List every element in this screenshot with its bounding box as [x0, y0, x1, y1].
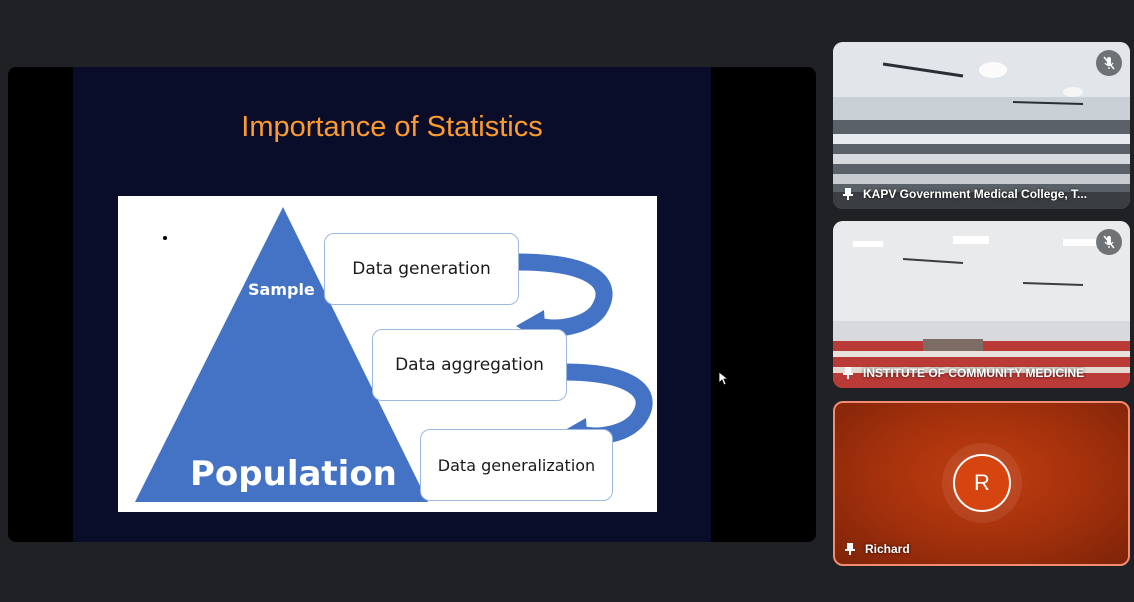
- participant-tile-kapv[interactable]: KAPV Government Medical College, T...: [833, 42, 1130, 209]
- participant-label: Richard: [845, 542, 1118, 556]
- participant-tile-richard[interactable]: R Richard: [833, 401, 1130, 566]
- pin-icon: [845, 543, 855, 555]
- participant-name: INSTITUTE OF COMMUNITY MEDICINE: [863, 366, 1085, 380]
- participant-label: KAPV Government Medical College, T...: [843, 187, 1120, 201]
- mic-off-icon: [1103, 56, 1115, 70]
- participant-tile-icm[interactable]: INSTITUTE OF COMMUNITY MEDICINE: [833, 221, 1130, 388]
- participant-label: INSTITUTE OF COMMUNITY MEDICINE: [843, 366, 1120, 380]
- participant-name: Richard: [865, 542, 910, 556]
- participant-name: KAPV Government Medical College, T...: [863, 187, 1088, 201]
- lecture-hall-video: [833, 42, 1130, 209]
- pin-icon: [843, 188, 853, 200]
- step-data-generation: Data generation: [324, 233, 519, 305]
- avatar-ring: R: [942, 443, 1022, 523]
- auditorium-video: [833, 221, 1130, 388]
- mouse-cursor-icon: [719, 372, 729, 386]
- step-data-generalization: Data generalization: [420, 429, 613, 501]
- step-data-aggregation: Data aggregation: [372, 329, 567, 401]
- presentation-stage: Importance of Statistics Sample Populati…: [8, 67, 816, 542]
- avatar: R: [953, 454, 1011, 512]
- slide: Importance of Statistics Sample Populati…: [73, 67, 711, 542]
- pin-icon: [843, 367, 853, 379]
- mic-off-icon: [1103, 235, 1115, 249]
- slide-figure: Sample Population Data generation Data a…: [118, 196, 657, 512]
- slide-title: Importance of Statistics: [241, 111, 543, 143]
- mic-off-indicator: [1096, 50, 1122, 76]
- mic-off-indicator: [1096, 229, 1122, 255]
